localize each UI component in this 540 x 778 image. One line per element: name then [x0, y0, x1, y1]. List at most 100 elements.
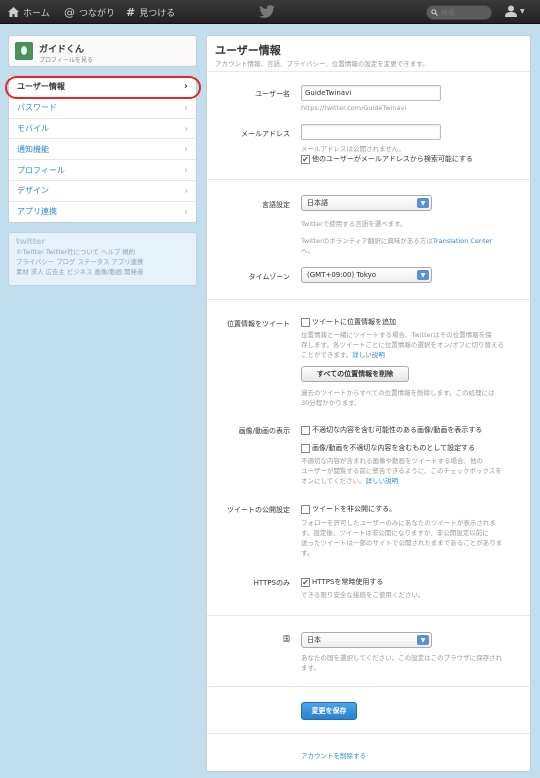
- menu-item-label: プロフィール: [17, 165, 65, 175]
- menu-item-profile[interactable]: プロフィール ›: [9, 159, 196, 180]
- menu-item-label: パスワード: [17, 103, 57, 113]
- save-button[interactable]: 変更を保存: [301, 702, 357, 720]
- page-subtitle: アカウント情報、言語、プライバシー、位置情報の設定を変更できます。: [215, 60, 429, 68]
- menu-item-label: 通知機能: [17, 144, 49, 154]
- https-help: できる限り安全な接続をご使用ください。: [301, 591, 425, 599]
- footer-logo: twitter: [16, 237, 45, 246]
- media-show-label: 不適切な内容を含む可能性のある画像/動画を表示する: [312, 426, 483, 434]
- translation-center-link[interactable]: Translation Center: [433, 237, 492, 245]
- footer-links-2[interactable]: プライバシー ブログ ステータス アプリ連携: [16, 257, 189, 267]
- email-search-label: 他のユーザーがメールアドレスから検索可能にする: [312, 155, 473, 163]
- user-menu[interactable]: ▼: [505, 5, 525, 17]
- location-help-3: ことができます。詳しい説明: [301, 350, 385, 360]
- menu-item-notifications[interactable]: 通知機能 ›: [9, 138, 196, 159]
- menu-item-label: アプリ連携: [17, 207, 57, 217]
- profile-name: ガイドくん: [39, 45, 85, 55]
- chevron-right-icon: ›: [184, 102, 188, 114]
- panel-header: ユーザー情報 アカウント情報、言語、プライバシー、位置情報の設定を変更できます。: [207, 36, 530, 72]
- email-field[interactable]: [301, 124, 441, 140]
- email-search-checkbox[interactable]: ✔: [301, 154, 310, 164]
- media-learn-more-link[interactable]: 詳しい説明: [366, 477, 399, 485]
- menu-item-label: ユーザー情報: [17, 81, 65, 91]
- menu-item-password[interactable]: パスワード ›: [9, 96, 196, 118]
- email-label: メールアドレス: [241, 130, 290, 138]
- media-show-option[interactable]: 不適切な内容を含む可能性のある画像/動画を表示する: [301, 425, 482, 435]
- country-label: 国: [283, 635, 290, 643]
- privacy-help-4: す。: [301, 549, 314, 557]
- home-icon: [8, 7, 19, 17]
- page-title: ユーザー情報: [215, 44, 281, 57]
- menu-item-design[interactable]: デザイン ›: [9, 179, 196, 201]
- menu-item-label: モバイル: [17, 123, 49, 133]
- country-help-2: ます。: [301, 664, 320, 672]
- https-checkbox[interactable]: ✔: [301, 577, 310, 587]
- timezone-select[interactable]: (GMT+09:00) Tokyo ▼: [301, 267, 432, 283]
- delete-location-button[interactable]: すべての位置情報を削除: [301, 366, 409, 382]
- avatar: [15, 42, 33, 60]
- email-help: メールアドレスは公開されません。: [301, 145, 405, 153]
- media-help-3: オンにしてください。詳しい説明: [301, 476, 398, 486]
- media-mark-checkbox[interactable]: [301, 443, 310, 453]
- media-help-2: ユーザーが閲覧する前に警告できるように、このチェックボックスを: [301, 467, 502, 475]
- username-url: https://twitter.com/GuideTwinavi: [301, 104, 407, 112]
- https-option[interactable]: ✔ HTTPSを常時使用する: [301, 577, 383, 587]
- media-label: 画像/動画の表示: [238, 427, 290, 435]
- location-learn-more-link[interactable]: 詳しい説明: [352, 351, 385, 359]
- nav-connect-label: つながり: [79, 8, 116, 19]
- footer-links-3[interactable]: 素材 求人 広告主 ビジネス 画像/動画 開発者: [16, 267, 189, 277]
- protect-tweets-checkbox[interactable]: [301, 504, 310, 514]
- chevron-right-icon: ›: [184, 185, 188, 197]
- view-profile-link[interactable]: プロフィールを見る: [39, 55, 93, 64]
- https-label: HTTPSのみ: [253, 579, 290, 587]
- location-option[interactable]: ツイートに位置情報を追加: [301, 317, 396, 327]
- media-mark-option[interactable]: 画像/動画を不適切な内容を含むものとして設定する: [301, 443, 475, 453]
- footer: twitter ©Twitter Twitter社について ヘルプ 規約 プライ…: [8, 232, 197, 286]
- menu-item-mobile[interactable]: モバイル ›: [9, 117, 196, 139]
- delete-location-help-1: 過去のツイートからすべての位置情報を削除します。この処理には: [301, 389, 495, 397]
- language-value: 日本語: [307, 199, 328, 207]
- media-show-checkbox[interactable]: [301, 425, 310, 435]
- privacy-help-3: 送ったツイートは一部のサイトで公開されたままであることがありま: [301, 539, 503, 547]
- translation-help-text: Twitterのボランティア翻訳に興味がある方は: [301, 237, 433, 245]
- nav-home[interactable]: ホーム: [8, 0, 50, 24]
- protect-tweets-option[interactable]: ツイートを非公開にする。: [301, 504, 396, 514]
- location-checkbox[interactable]: [301, 317, 310, 327]
- divider: [207, 733, 530, 734]
- nav-connect[interactable]: @ つながり: [64, 0, 115, 24]
- divider: [207, 179, 530, 180]
- protect-tweets-label: ツイートを非公開にする。: [312, 505, 397, 513]
- twitter-bird-icon[interactable]: [259, 5, 275, 18]
- country-help-1: あなたの国を選択してください。この設定はこのブラウザに保存され: [301, 654, 503, 662]
- username-field[interactable]: [301, 85, 441, 101]
- location-label: 位置情報をツイート: [227, 320, 290, 328]
- divider: [207, 686, 530, 687]
- media-help-1: 不適切な内容が含まれる画像や動画をツイートする場合、他の: [301, 457, 483, 465]
- nav-discover-label: 見つける: [139, 8, 176, 19]
- settings-panel: ユーザー情報 アカウント情報、言語、プライバシー、位置情報の設定を変更できます。…: [206, 35, 531, 772]
- footer-links-1[interactable]: ©Twitter Twitter社について ヘルプ 規約: [16, 247, 189, 257]
- country-select[interactable]: 日本 ▼: [301, 632, 432, 648]
- translation-help: Twitterのボランティア翻訳に興味がある方はTranslation Cent…: [301, 236, 492, 246]
- hash-icon: #: [126, 5, 136, 19]
- top-nav-bar: ホーム @ つながり # 見つける ▼: [0, 0, 540, 24]
- media-help-text: オンにしてください。: [301, 477, 366, 485]
- chevron-down-icon: ▼: [417, 198, 429, 208]
- search-input[interactable]: [441, 8, 489, 17]
- search-box[interactable]: [426, 5, 492, 20]
- delete-account-link[interactable]: アカウントを削除する: [301, 751, 366, 761]
- location-help-text: ことができます。: [301, 351, 353, 359]
- location-check-label: ツイートに位置情報を追加: [312, 318, 396, 326]
- chevron-down-icon: ▼: [417, 635, 429, 645]
- chevron-right-icon: ›: [184, 206, 188, 218]
- chevron-right-icon: ›: [184, 165, 188, 177]
- person-icon: [505, 5, 517, 17]
- language-select[interactable]: 日本語 ▼: [301, 195, 432, 211]
- menu-item-apps[interactable]: アプリ連携 ›: [9, 200, 196, 222]
- privacy-label: ツイートの公開設定: [227, 506, 290, 514]
- menu-item-account[interactable]: ユーザー情報 ›: [9, 76, 196, 97]
- email-search-option[interactable]: ✔ 他のユーザーがメールアドレスから検索可能にする: [301, 154, 473, 164]
- privacy-help-1: フォローを許可したユーザーのみにあなたのツイートが表示されま: [301, 519, 496, 527]
- search-icon: [431, 9, 438, 16]
- nav-discover[interactable]: # 見つける: [126, 0, 175, 24]
- profile-card[interactable]: ガイドくん プロフィールを見る: [8, 35, 197, 67]
